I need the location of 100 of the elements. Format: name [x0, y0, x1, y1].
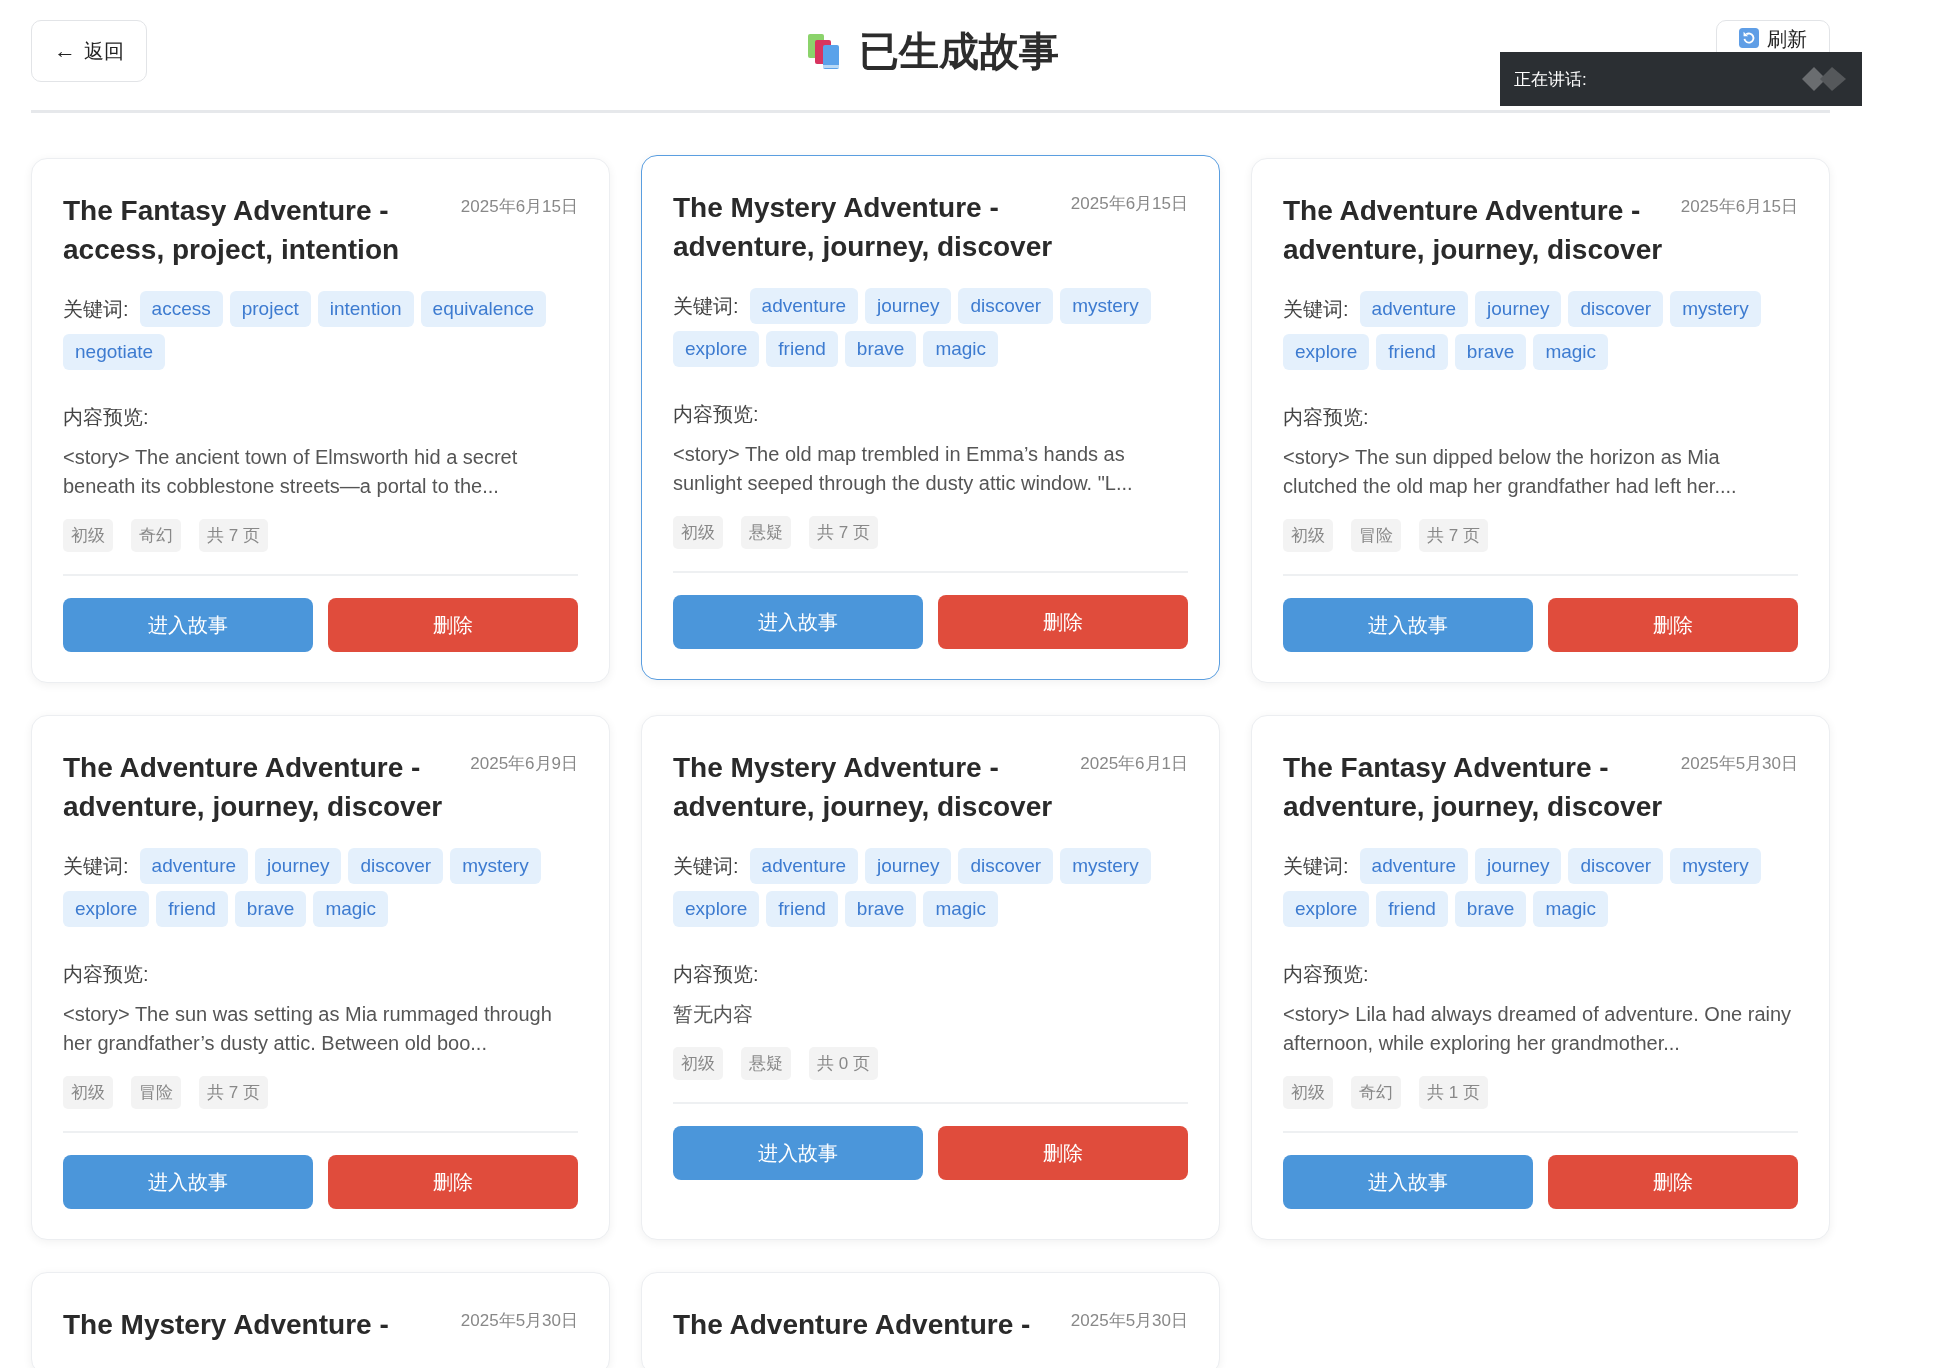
story-title: The Fantasy Adventure - access, project, intention [63, 194, 401, 267]
meta-tag: 共 7 页 [199, 1076, 268, 1109]
keyword-tag: discover [1568, 848, 1664, 884]
meta-tag: 共 7 页 [199, 519, 268, 552]
meta-tag: 初级 [673, 1047, 723, 1080]
meta-tag: 冒险 [1351, 519, 1401, 552]
refresh-label: 刷新 [1767, 28, 1807, 50]
keyword-tag: journey [865, 288, 952, 324]
keywords-label: 关键词: [63, 853, 129, 879]
delete-button[interactable]: 删除 [328, 598, 578, 652]
keyword-tag: journey [1475, 291, 1562, 327]
story-title: The Mystery Adventure - [63, 1308, 389, 1342]
keyword-tag: friend [156, 891, 228, 927]
delete-button[interactable]: 删除 [938, 1126, 1188, 1180]
preview-label: 内容预览: [1283, 405, 1370, 430]
story-date: 2025年6月15日 [1070, 193, 1188, 215]
story-title: The Adventure Adventure - adventure, journey, discover [63, 751, 444, 824]
story-date: 2025年5月30日 [460, 1310, 578, 1332]
story-date: 2025年6月9日 [470, 753, 578, 775]
story-title: The Adventure Adventure - adventure, journey, discover [1283, 194, 1664, 267]
keyword-tag: brave [234, 891, 307, 927]
keyword-tag: intention [317, 291, 414, 327]
keyword-tag: mystery [1060, 288, 1151, 324]
keyword-tag: magic [923, 891, 999, 927]
keyword-tag: explore [673, 891, 760, 927]
keyword-tag: mystery [1060, 848, 1151, 884]
story-date: 2025年6月15日 [460, 196, 578, 218]
keyword-tag: adventure [139, 848, 249, 884]
keyword-tag: adventure [749, 848, 859, 884]
keyword-tag: discover [348, 848, 444, 884]
delete-button[interactable]: 删除 [1548, 598, 1798, 652]
back-button[interactable]: ← 返回 [31, 20, 147, 82]
keyword-tag: adventure [1359, 291, 1469, 327]
keyword-tag: brave [1454, 891, 1527, 927]
story-title: The Mystery Adventure - adventure, journey, discover [673, 191, 1054, 264]
meta-tag: 悬疑 [741, 516, 791, 549]
keyword-tag: journey [865, 848, 952, 884]
meta-tag: 奇幻 [131, 519, 181, 552]
preview-label: 内容预览: [673, 402, 760, 427]
keywords-label: 关键词: [673, 853, 739, 879]
delete-button[interactable]: 删除 [1548, 1155, 1798, 1209]
keyword-tag: brave [844, 891, 917, 927]
preview-label: 内容预览: [63, 962, 150, 987]
enter-story-button[interactable]: 进入故事 [63, 598, 313, 652]
keywords-label: 关键词: [1283, 296, 1349, 322]
preview-label: 内容预览: [63, 405, 150, 430]
preview-text: <story> Lila had always dreamed of adventure. One rainy afternoon, while exploring her grandmother... [1283, 1002, 1793, 1056]
keyword-tag: explore [673, 331, 760, 367]
keyword-tag: friend [1376, 334, 1448, 370]
enter-story-button[interactable]: 进入故事 [1283, 1155, 1533, 1209]
keyword-tag: friend [766, 331, 838, 367]
keyword-tag: explore [1283, 891, 1370, 927]
keyword-tag: discover [958, 848, 1054, 884]
preview-text: <story> The sun was setting as Mia rummaged through her grandfather’s dusty attic. Between old boo... [63, 1002, 553, 1056]
keyword-tag: friend [766, 891, 838, 927]
enter-story-button[interactable]: 进入故事 [63, 1155, 313, 1209]
meta-tag: 悬疑 [741, 1047, 791, 1080]
meta-tag: 奇幻 [1351, 1076, 1401, 1109]
keyword-tag: journey [255, 848, 342, 884]
meta-tag: 初级 [1283, 519, 1333, 552]
meta-tag: 共 0 页 [809, 1047, 878, 1080]
keyword-tag: discover [1568, 291, 1664, 327]
preview-text: <story> The sun dipped below the horizon as Mia clutched the old map her grandfather had left her.... [1283, 445, 1738, 499]
enter-story-button[interactable]: 进入故事 [673, 595, 923, 649]
preview-text: 暂无内容 [673, 1002, 754, 1027]
keyword-tag: magic [1533, 891, 1609, 927]
delete-button[interactable]: 删除 [328, 1155, 578, 1209]
keyword-tag: adventure [1359, 848, 1469, 884]
keywords-label: 关键词: [63, 296, 129, 322]
keyword-tag: brave [844, 331, 917, 367]
meta-tag: 共 1 页 [1419, 1076, 1488, 1109]
keyword-tag: magic [313, 891, 389, 927]
story-date: 2025年5月30日 [1070, 1310, 1188, 1332]
keyword-tag: equivalence [420, 291, 546, 327]
keyword-tag: mystery [1670, 291, 1761, 327]
meta-tag: 冒险 [131, 1076, 181, 1109]
keyword-tag: brave [1454, 334, 1527, 370]
meta-tag: 初级 [63, 1076, 113, 1109]
keyword-tag: project [229, 291, 311, 327]
story-title: The Mystery Adventure - adventure, journey, discover [673, 751, 1054, 824]
story-date: 2025年5月30日 [1680, 753, 1798, 775]
delete-button[interactable]: 删除 [938, 595, 1188, 649]
back-label: 返回 [84, 38, 124, 64]
preview-label: 内容预览: [673, 962, 760, 987]
meta-tag: 共 7 页 [809, 516, 878, 549]
keyword-tag: magic [923, 331, 999, 367]
meta-tag: 初级 [1283, 1076, 1333, 1109]
story-title: The Adventure Adventure - [673, 1308, 1031, 1342]
story-date: 2025年6月1日 [1080, 753, 1188, 775]
back-arrow-icon: ← [54, 38, 76, 64]
keyword-tag: adventure [749, 288, 859, 324]
keyword-tag: mystery [450, 848, 541, 884]
keyword-tag: explore [1283, 334, 1370, 370]
keyword-tag: discover [958, 288, 1054, 324]
preview-text: <story> The old map trembled in Emma’s hands as sunlight seeped through the dusty attic window. "L... [673, 442, 1134, 496]
keywords-label: 关键词: [673, 293, 739, 319]
enter-story-button[interactable]: 进入故事 [673, 1126, 923, 1180]
enter-story-button[interactable]: 进入故事 [1283, 598, 1533, 652]
keyword-tag: journey [1475, 848, 1562, 884]
preview-label: 内容预览: [1283, 962, 1370, 987]
